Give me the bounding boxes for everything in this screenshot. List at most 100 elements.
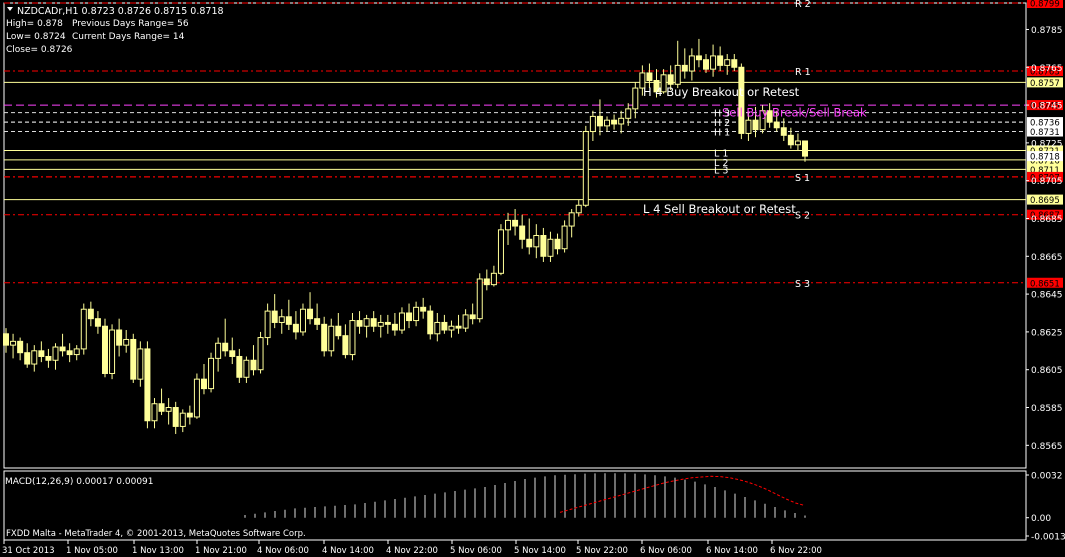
levels: [4, 2, 1026, 284]
candle-body: [45, 355, 52, 361]
main-grid: [3, 2, 1027, 541]
candle-body: [427, 310, 434, 335]
candle-body: [554, 238, 561, 250]
x-tick-label: 1 Nov 05:00: [66, 546, 118, 556]
candle-body: [738, 66, 745, 134]
candle-body: [695, 55, 702, 61]
x-tick-label: 6 Nov 14:00: [706, 546, 758, 556]
stat-low: Low= 0.8724: [6, 32, 66, 42]
x-tick-label: 1 Nov 21:00: [195, 546, 247, 556]
candle-body: [66, 350, 73, 356]
candle-body: [349, 320, 356, 356]
candle-body: [780, 127, 787, 136]
level-labels: 0.87990.87630.87570.87450.87360.87310.87…: [643, 0, 1063, 290]
candle-body: [314, 318, 321, 325]
candle-body: [200, 378, 207, 390]
candle-body: [575, 204, 582, 214]
candle-body: [342, 335, 349, 356]
level-price-tag-label: 0.8731: [1030, 128, 1060, 138]
candle-body: [356, 320, 363, 327]
candle-body: [448, 325, 455, 331]
x-tick-label: 4 Nov 06:00: [257, 546, 309, 556]
macd-tick-label: 0.0032: [1031, 472, 1063, 482]
copyright: FXDD Malta - MetaTrader 4, © 2001-2013, …: [6, 529, 306, 539]
level-name: Sell Buy Break/Sell Break: [722, 106, 867, 120]
y-tick-label: 0.8745: [1031, 102, 1063, 112]
candle-body: [568, 212, 575, 227]
candle-body: [222, 342, 229, 352]
candle-body: [646, 72, 653, 82]
candle-body: [285, 316, 292, 325]
candle-body: [38, 350, 45, 357]
level-price-tag-label: 0.8757: [1030, 79, 1060, 89]
dropdown-arrow-icon[interactable]: [7, 7, 13, 11]
candle-body: [625, 108, 632, 119]
candle-body: [413, 306, 420, 322]
candle-body: [278, 316, 285, 323]
level-name: R 2: [795, 0, 811, 10]
candle-body: [547, 238, 554, 257]
stat-high: High= 0.878: [6, 19, 63, 29]
candle-body: [59, 346, 66, 352]
candle-body: [172, 407, 179, 427]
stat-prev-range: Previous Days Range= 56: [72, 19, 189, 29]
candle-body: [519, 225, 526, 240]
y-tick-label: 0.8765: [1031, 64, 1063, 74]
price-axis: 0.8785 0.8765 0.8745 0.8725 0.8705 0.8685 0.86…: [1026, 26, 1063, 452]
candle-body: [752, 119, 759, 131]
candle-body: [667, 74, 674, 85]
candle-body: [787, 134, 794, 146]
level-name: L 3: [714, 165, 728, 176]
candle-body: [3, 333, 9, 346]
candle-body: [370, 318, 377, 327]
chart-area[interactable]: 0.87990.87630.87570.87450.87360.87310.87…: [0, 0, 1065, 557]
candle-body: [794, 140, 801, 146]
candle-body: [208, 357, 215, 390]
candle-body: [193, 378, 200, 418]
candle-body: [10, 340, 17, 346]
candle-body: [561, 225, 568, 250]
candle-body: [271, 310, 278, 323]
symbol-line: NZDCADr,H1 0.8723 0.8726 0.8715 0.8718: [17, 6, 224, 17]
candle-body: [264, 310, 271, 339]
candle-body: [179, 412, 186, 427]
y-tick-label: 0.8625: [1031, 328, 1063, 338]
candle-body: [505, 219, 512, 231]
level-price-tag-label: 0.8651: [1030, 279, 1060, 289]
candle-body: [731, 59, 738, 68]
x-tick-label: 5 Nov 14:00: [514, 546, 566, 556]
candle-body: [540, 235, 547, 257]
candle-body: [441, 321, 448, 331]
candle-body: [618, 117, 625, 125]
candle-body: [377, 321, 384, 327]
candle-body: [710, 55, 717, 70]
candle-body: [236, 355, 243, 378]
y-tick-label: 0.8685: [1031, 215, 1063, 225]
candle-body: [94, 318, 101, 327]
candle-body: [717, 55, 724, 66]
level-name: R 1: [795, 67, 811, 78]
x-tick-label: 5 Nov 06:00: [450, 546, 502, 556]
level-name: L 4 Sell Breakout or Retest: [643, 202, 796, 216]
level-name: S 2: [795, 211, 810, 222]
candle-body: [186, 412, 193, 418]
candle-body: [483, 278, 490, 286]
candle-body: [611, 119, 618, 125]
candle-body: [109, 329, 116, 374]
candle-body: [604, 119, 611, 127]
candle-body: [73, 348, 80, 356]
candle-body: [632, 87, 639, 110]
candle-body: [802, 140, 808, 157]
candle-body: [490, 272, 497, 286]
macd-tick-label: 0.00: [1031, 514, 1051, 524]
candle-body: [250, 359, 257, 371]
candle-body: [144, 348, 151, 422]
candle-body: [391, 323, 398, 331]
candle-body: [80, 308, 87, 350]
candle-body: [229, 350, 236, 357]
level-name: H 4 Buy Breakout or Retest: [643, 85, 800, 99]
y-tick-label: 0.8605: [1031, 366, 1063, 376]
candle-body: [398, 312, 405, 331]
candle-body: [462, 314, 469, 329]
candle-body: [589, 115, 596, 133]
